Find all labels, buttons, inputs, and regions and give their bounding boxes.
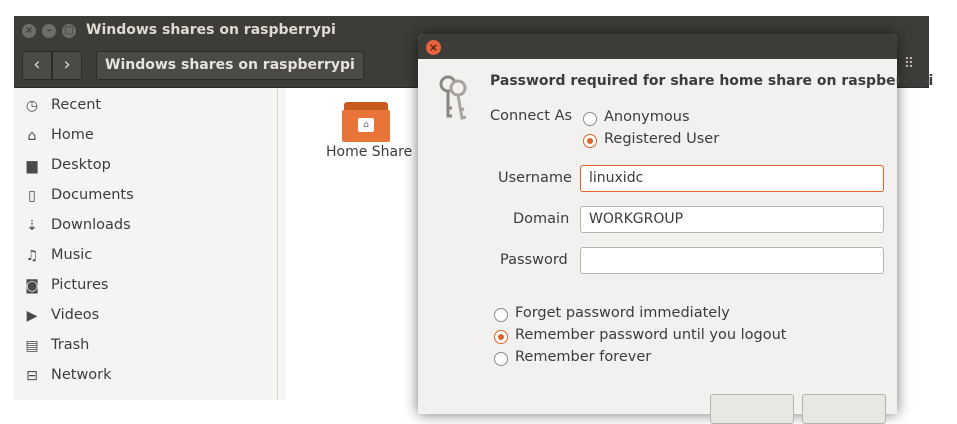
- remember-until-logout-radio[interactable]: [494, 330, 508, 344]
- sidebar-item-label: Downloads: [51, 217, 131, 233]
- connect-button[interactable]: [802, 394, 886, 424]
- remember-forever-radio[interactable]: [494, 352, 508, 366]
- back-button[interactable]: ‹: [22, 51, 52, 80]
- registered-user-radio[interactable]: [583, 134, 597, 148]
- remember-until-logout-radio-label[interactable]: Remember password until you logout: [515, 327, 787, 343]
- grid-icon: ⠿: [903, 56, 915, 72]
- password-dialog: × Password required for share home share…: [418, 34, 933, 424]
- sidebar-item-recent[interactable]: ◷ Recent: [14, 91, 277, 121]
- video-icon: ▶: [26, 308, 38, 324]
- connect-as-label: Connect As: [490, 108, 573, 124]
- remember-forever-radio-label[interactable]: Remember forever: [515, 349, 651, 365]
- username-field[interactable]: linuxidc: [580, 165, 884, 192]
- music-icon: ♫: [25, 248, 39, 264]
- window-title: Windows shares on raspberrypi: [86, 22, 336, 38]
- sidebar-item-label: Network: [51, 367, 112, 383]
- chevron-right-icon: ›: [63, 54, 71, 75]
- window-minimize-button[interactable]: –: [42, 24, 56, 38]
- network-icon: ⊟: [26, 368, 38, 384]
- password-field[interactable]: [580, 247, 884, 274]
- sidebar-item-videos[interactable]: ▶ Videos: [14, 301, 277, 331]
- sidebar-item-label: Desktop: [51, 157, 111, 173]
- domain-field[interactable]: WORKGROUP: [580, 206, 884, 233]
- forward-button[interactable]: ›: [52, 51, 82, 80]
- dialog-title: Password required for share home share o…: [490, 73, 934, 89]
- file-item-label[interactable]: Home Share: [326, 144, 412, 160]
- window-maximize-button[interactable]: □: [62, 24, 76, 38]
- keys-icon: [439, 75, 467, 120]
- sidebar-item-desktop[interactable]: ▆ Desktop: [14, 151, 277, 181]
- forget-password-radio-label[interactable]: Forget password immediately: [515, 305, 730, 321]
- anonymous-radio[interactable]: [583, 112, 597, 126]
- path-bar-button[interactable]: Windows shares on raspberrypi: [96, 51, 364, 80]
- sidebar-item-label: Home: [51, 127, 94, 143]
- username-label: Username: [498, 170, 572, 186]
- sidebar-item-network[interactable]: ⊟ Network: [14, 361, 277, 391]
- clock-icon: ◷: [25, 98, 39, 114]
- sidebar-item-label: Pictures: [51, 277, 109, 293]
- sidebar-item-pictures[interactable]: ◙ Pictures: [14, 271, 277, 301]
- sidebar-item-label: Documents: [51, 187, 134, 203]
- sidebar-item-label: Trash: [51, 337, 90, 353]
- shared-folder-icon[interactable]: ⌂: [342, 100, 392, 146]
- share-emblem-icon: ⌂: [358, 118, 374, 132]
- sidebar-item-music[interactable]: ♫ Music: [14, 241, 277, 271]
- sidebar-item-trash[interactable]: ▤ Trash: [14, 331, 277, 361]
- folder-icon: ▆: [26, 158, 38, 174]
- dialog-titlebar: ×: [418, 34, 897, 59]
- forget-password-radio[interactable]: [494, 308, 508, 322]
- home-icon: ⌂: [27, 128, 37, 144]
- sidebar-item-home[interactable]: ⌂ Home: [14, 121, 277, 151]
- sidebar-item-label: Music: [51, 247, 93, 263]
- sidebar-item-label: Videos: [51, 307, 100, 323]
- chevron-left-icon: ‹: [33, 54, 41, 75]
- dialog-close-button[interactable]: ×: [426, 40, 441, 55]
- cancel-button[interactable]: [710, 394, 794, 424]
- registered-user-radio-label[interactable]: Registered User: [604, 131, 719, 147]
- anonymous-radio-label[interactable]: Anonymous: [604, 109, 690, 125]
- sidebar: ◷ Recent ⌂ Home ▆ Desktop ▯ Documents ⇣ …: [14, 88, 278, 400]
- download-icon: ⇣: [26, 218, 38, 234]
- sidebar-item-documents[interactable]: ▯ Documents: [14, 181, 277, 211]
- camera-icon: ◙: [25, 278, 39, 294]
- sidebar-item-downloads[interactable]: ⇣ Downloads: [14, 211, 277, 241]
- password-label: Password: [500, 252, 568, 268]
- domain-label: Domain: [513, 211, 570, 227]
- trash-icon: ▤: [25, 338, 39, 354]
- window-close-button[interactable]: ×: [22, 24, 36, 38]
- document-icon: ▯: [28, 188, 36, 204]
- sidebar-item-label: Recent: [51, 97, 102, 113]
